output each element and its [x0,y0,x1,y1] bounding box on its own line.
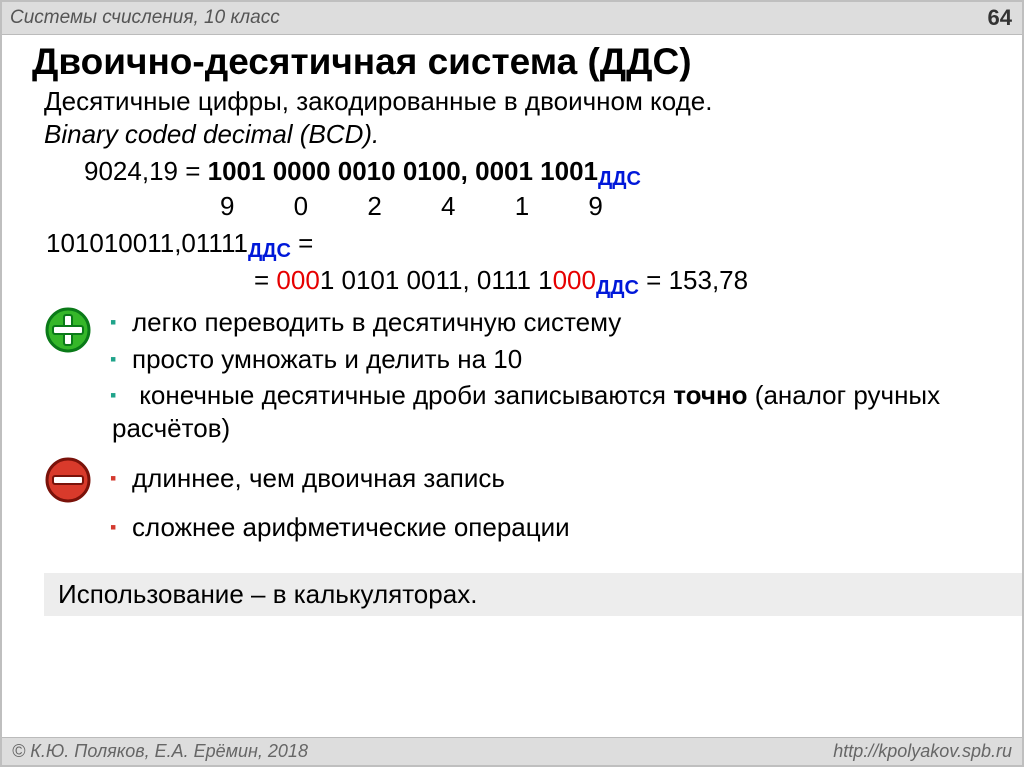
ex2-red1: 000 [276,265,319,295]
minus-icon [44,454,96,504]
cons-block: длиннее, чем двоичная запись сложнее ари… [44,454,992,551]
ex2-sub2: ДДС [596,277,639,299]
ex2-mid: 1 0101 0011, 0111 1 [320,265,553,295]
page-number: 64 [988,5,1012,31]
footer-bar: © К.Ю. Поляков, Е.А. Ерёмин, 2018 http:/… [2,737,1022,765]
pros-list: легко переводить в десятичную систему пр… [106,304,992,446]
cons-list: длиннее, чем двоичная запись сложнее ари… [106,454,570,551]
pros-item: конечные десятичные дроби записываются т… [112,377,992,446]
intro-ru: Десятичные цифры, закодированные в двоич… [44,85,992,118]
ex1-bcd: 1001 0000 0010 0100, 0001 1001 [208,156,598,186]
pros3-pre: конечные десятичные дроби записываются [139,380,673,410]
example2-line1: 101010011,01111ДДС = [44,224,992,261]
pros3-bold: точно [673,380,747,410]
example1-line: 9024,19 = 1001 0000 0010 0100, 0001 1001… [44,154,992,189]
ex1-sub: ДДС [598,168,641,190]
ex2-red2: 000 [553,265,596,295]
footer-left: © К.Ю. Поляков, Е.А. Ерёмин, 2018 [12,741,308,762]
footer-right: http://kpolyakov.spb.ru [833,741,1012,762]
ex2-result: = 153,78 [639,265,748,295]
header-bar: Системы счисления, 10 класс 64 [2,2,1022,35]
example2-line2: = 0001 0101 0011, 0111 1000ДДС = 153,78 [44,261,992,298]
intro-block: Десятичные цифры, закодированные в двоич… [2,85,1022,150]
lists-block: легко переводить в десятичную систему пр… [2,298,1022,559]
course-label: Системы счисления, 10 класс [10,7,280,29]
usage-box: Использование – в калькуляторах. [44,573,1022,616]
ex2-lhs: 101010011,01111 [46,228,248,258]
pros-item: легко переводить в десятичную систему [112,304,992,341]
cons-item: длиннее, чем двоичная запись [112,454,570,503]
intro-en: Binary coded decimal (BCD). [44,118,992,151]
slide-title: Двоично-десятичная система (ДДС) [2,35,1022,85]
ex2-prefix: = [254,265,276,295]
cons-item: сложнее арифметические операции [112,503,570,552]
ex1-lhs: 9024,19 = [84,156,208,186]
example1-digits: 9 0 2 4 1 9 [44,189,992,224]
pros-block: легко переводить в десятичную систему пр… [44,304,992,446]
examples-block: 9024,19 = 1001 0000 0010 0100, 0001 1001… [2,150,1022,298]
plus-icon [44,304,96,354]
pros-item: просто умножать и делить на 10 [112,341,992,378]
ex2-sub1: ДДС [248,240,291,262]
slide: Системы счисления, 10 класс 64 Двоично-д… [0,0,1024,767]
ex2-eq: = [291,228,313,258]
